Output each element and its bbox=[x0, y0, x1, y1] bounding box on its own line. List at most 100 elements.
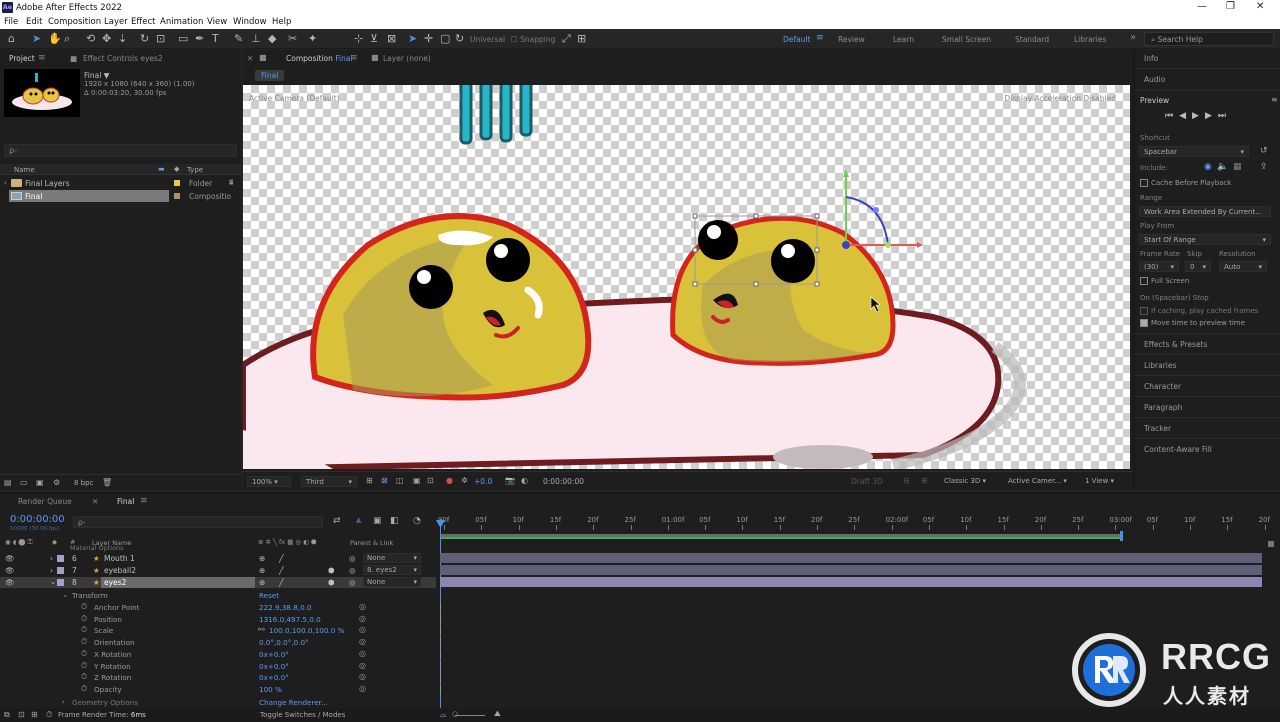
label-swatch[interactable] bbox=[57, 579, 64, 586]
selection-tool-icon[interactable]: ➤ bbox=[32, 32, 41, 45]
rotate-gizmo-icon[interactable]: ↻ bbox=[455, 32, 464, 45]
orbit-camera-icon[interactable]: ⟲ bbox=[86, 32, 95, 45]
bit-depth[interactable]: 8 bpc bbox=[74, 479, 93, 487]
export-icon[interactable]: ⇪ bbox=[1260, 162, 1268, 172]
panel-tracker[interactable]: Tracker bbox=[1144, 424, 1171, 433]
view-camera-dropdown[interactable]: Active Camer... ▾ bbox=[1004, 476, 1074, 487]
layer-name[interactable]: eyes2 bbox=[101, 577, 255, 588]
hand-tool-icon[interactable]: ✋ bbox=[48, 32, 62, 45]
skip-dropdown[interactable]: 0 ▾ bbox=[1185, 261, 1211, 272]
current-time[interactable]: 0:00:00:00 bbox=[543, 477, 584, 486]
tab-effect-controls[interactable]: Effect Controls eyes2 bbox=[83, 54, 163, 63]
workspace-review[interactable]: Review bbox=[838, 35, 865, 44]
collapse-switch-icon[interactable]: ⊕ bbox=[259, 578, 265, 587]
work-area-end-handle[interactable] bbox=[1120, 531, 1123, 541]
new-comp-icon[interactable]: ▣ bbox=[36, 478, 44, 487]
property-value[interactable]: 1316.0,497.5,0.0 bbox=[259, 615, 321, 624]
layer-duration-bar[interactable] bbox=[440, 553, 1262, 563]
quality-switch-icon[interactable]: ╱ bbox=[279, 566, 284, 575]
in-out-icon[interactable]: ⊞ bbox=[31, 710, 38, 719]
panel-libraries[interactable]: Libraries bbox=[1144, 361, 1176, 370]
pick-whip-icon[interactable]: ◎ bbox=[349, 566, 356, 575]
menu-help[interactable]: Help bbox=[272, 17, 291, 27]
shortcut-dropdown[interactable]: Spacebar ▾ bbox=[1139, 146, 1249, 157]
transform-property-row[interactable]: ⏱ Position 1316.0,497.5,0.0 ◎ bbox=[0, 614, 436, 626]
label-swatch[interactable] bbox=[174, 193, 180, 199]
panel-audio[interactable]: Audio bbox=[1144, 75, 1165, 84]
channel-icon[interactable]: ● bbox=[446, 476, 453, 485]
timeline-menu-icon[interactable]: ≡ bbox=[140, 496, 148, 506]
project-item[interactable]: › Final Layers Folder ⩩ bbox=[0, 177, 241, 189]
trash-icon[interactable]: 🗑 bbox=[102, 478, 112, 487]
eraser-tool-icon[interactable]: ◆ bbox=[268, 32, 276, 45]
draft-3d-toggle[interactable]: Draft 3D bbox=[851, 477, 883, 486]
clone-stamp-icon[interactable]: ⊥ bbox=[251, 32, 261, 45]
render-time-icon[interactable]: ⏱ bbox=[46, 710, 52, 720]
column-parent-link[interactable]: Parent & Link bbox=[350, 539, 393, 547]
zoom-slider[interactable] bbox=[455, 715, 485, 716]
project-search-input[interactable]: ρ- bbox=[4, 144, 237, 157]
pick-whip-icon[interactable]: ◎ bbox=[349, 578, 356, 587]
view-layout-dropdown[interactable]: 1 View ▾ bbox=[1081, 476, 1127, 487]
resolution-dropdown[interactable]: Third ▾ bbox=[301, 476, 357, 487]
last-frame-icon[interactable]: ⏭ bbox=[1218, 111, 1232, 121]
stopwatch-icon[interactable]: ⏱ bbox=[81, 614, 87, 624]
collapse-switch-icon[interactable]: ⊕ bbox=[259, 566, 265, 575]
home-icon[interactable]: ⌂ bbox=[8, 32, 15, 45]
geometry-options-row[interactable]: › Geometry Options Change Renderer... bbox=[0, 697, 436, 709]
include-audio-icon[interactable]: 🔈 bbox=[1217, 162, 1228, 172]
layer-name[interactable]: eyeball2 bbox=[104, 566, 136, 575]
roto-brush-icon[interactable]: ✂ bbox=[288, 32, 297, 45]
visibility-eye-icon[interactable]: 👁 bbox=[5, 566, 15, 575]
menu-window[interactable]: Window bbox=[233, 17, 267, 27]
comp-name[interactable]: Final ▼ bbox=[84, 71, 109, 80]
workspace-learn[interactable]: Learn bbox=[893, 35, 914, 44]
snap-grid-icon[interactable]: ⊞ bbox=[577, 32, 586, 45]
menu-animation[interactable]: Animation bbox=[160, 17, 203, 27]
label-swatch[interactable] bbox=[57, 567, 64, 574]
sort-icon[interactable]: ▬ bbox=[158, 165, 165, 173]
play-icon[interactable]: ▶ bbox=[1192, 111, 1205, 121]
layer-row[interactable]: 👁 › 7 ★ eyeball2 ⊕ ╱ ⬢ ◎ 8. eyes2 ▾ bbox=[0, 565, 436, 576]
tab-composition[interactable]: Composition Final bbox=[286, 54, 353, 63]
transform-property-row[interactable]: ⏱ Orientation 0.0°,0.0°,0.0° ◎ bbox=[0, 637, 436, 649]
panel-effects-presets[interactable]: Effects & Presets bbox=[1144, 340, 1207, 349]
collapse-arrow-icon[interactable]: ⌄ bbox=[50, 577, 56, 586]
universal-move-icon[interactable]: ➤ bbox=[408, 32, 417, 45]
label-column-icon[interactable]: ◆ bbox=[174, 165, 179, 173]
stopwatch-icon[interactable]: ⏱ bbox=[81, 625, 87, 635]
fast-previews-icon[interactable]: ⊞ bbox=[366, 476, 373, 485]
layer-row-selected[interactable]: 👁 ⌄ 8 ★ eyes2 ⊕ ╱ ⬢ ◎ None ▾ bbox=[0, 577, 436, 588]
draft-3d-icon[interactable]: ⩓ bbox=[356, 516, 361, 526]
switches-column-icons[interactable]: ⊕ ✲ ╲ fx ▦ ◎ ◐ ⬢ bbox=[258, 538, 317, 546]
property-value[interactable]: 100.0,100.0,100.0 % bbox=[269, 626, 344, 635]
panel-paragraph[interactable]: Paragraph bbox=[1144, 403, 1182, 412]
transfer-controls-icon[interactable]: ⊡ bbox=[18, 710, 25, 719]
property-value[interactable]: 0x+0.0° bbox=[259, 662, 289, 671]
reset-link[interactable]: Reset bbox=[259, 591, 279, 600]
workspace-menu-icon[interactable]: ≡ bbox=[816, 33, 824, 43]
panel-content-aware-fill[interactable]: Content-Aware Fill bbox=[1144, 445, 1212, 454]
resolution-dropdown-preview[interactable]: Auto ▾ bbox=[1219, 261, 1267, 272]
world-axis-icon[interactable]: ⊻ bbox=[370, 32, 378, 45]
collapse-switch-icon[interactable]: ⊕ bbox=[259, 554, 265, 563]
show-snapshot-icon[interactable]: ◐ bbox=[521, 476, 528, 485]
keyframe-marker[interactable] bbox=[440, 649, 441, 659]
shy-layers-icon[interactable]: ▣ bbox=[373, 516, 382, 526]
lock-icon[interactable]: ■ bbox=[259, 53, 267, 62]
ground-plane-icon[interactable]: ⊞ bbox=[921, 476, 928, 485]
layer-duration-bar-selected[interactable] bbox=[440, 577, 1262, 587]
project-settings-icon[interactable]: ⚙ bbox=[53, 478, 60, 487]
pick-whip-icon[interactable]: ◎ bbox=[349, 554, 356, 563]
menu-file[interactable]: File bbox=[4, 17, 18, 27]
motion-blur-icon[interactable]: ◔ bbox=[413, 516, 421, 526]
frame-blending-icon[interactable]: ◧ bbox=[390, 516, 399, 526]
frame-rate-dropdown[interactable]: (30) ▾ bbox=[1139, 261, 1179, 272]
3d-layer-switch-icon[interactable]: ⬢ bbox=[328, 566, 335, 575]
minimize-icon[interactable]: — bbox=[1197, 1, 1207, 12]
zoom-tool-icon[interactable]: ⌕ bbox=[64, 32, 70, 45]
stopwatch-icon[interactable]: ⏱ bbox=[81, 684, 87, 694]
view-axis-icon[interactable]: ⊠ bbox=[387, 32, 396, 45]
keyframe-marker[interactable] bbox=[440, 673, 441, 683]
close-icon[interactable]: ✕ bbox=[1256, 1, 1264, 12]
